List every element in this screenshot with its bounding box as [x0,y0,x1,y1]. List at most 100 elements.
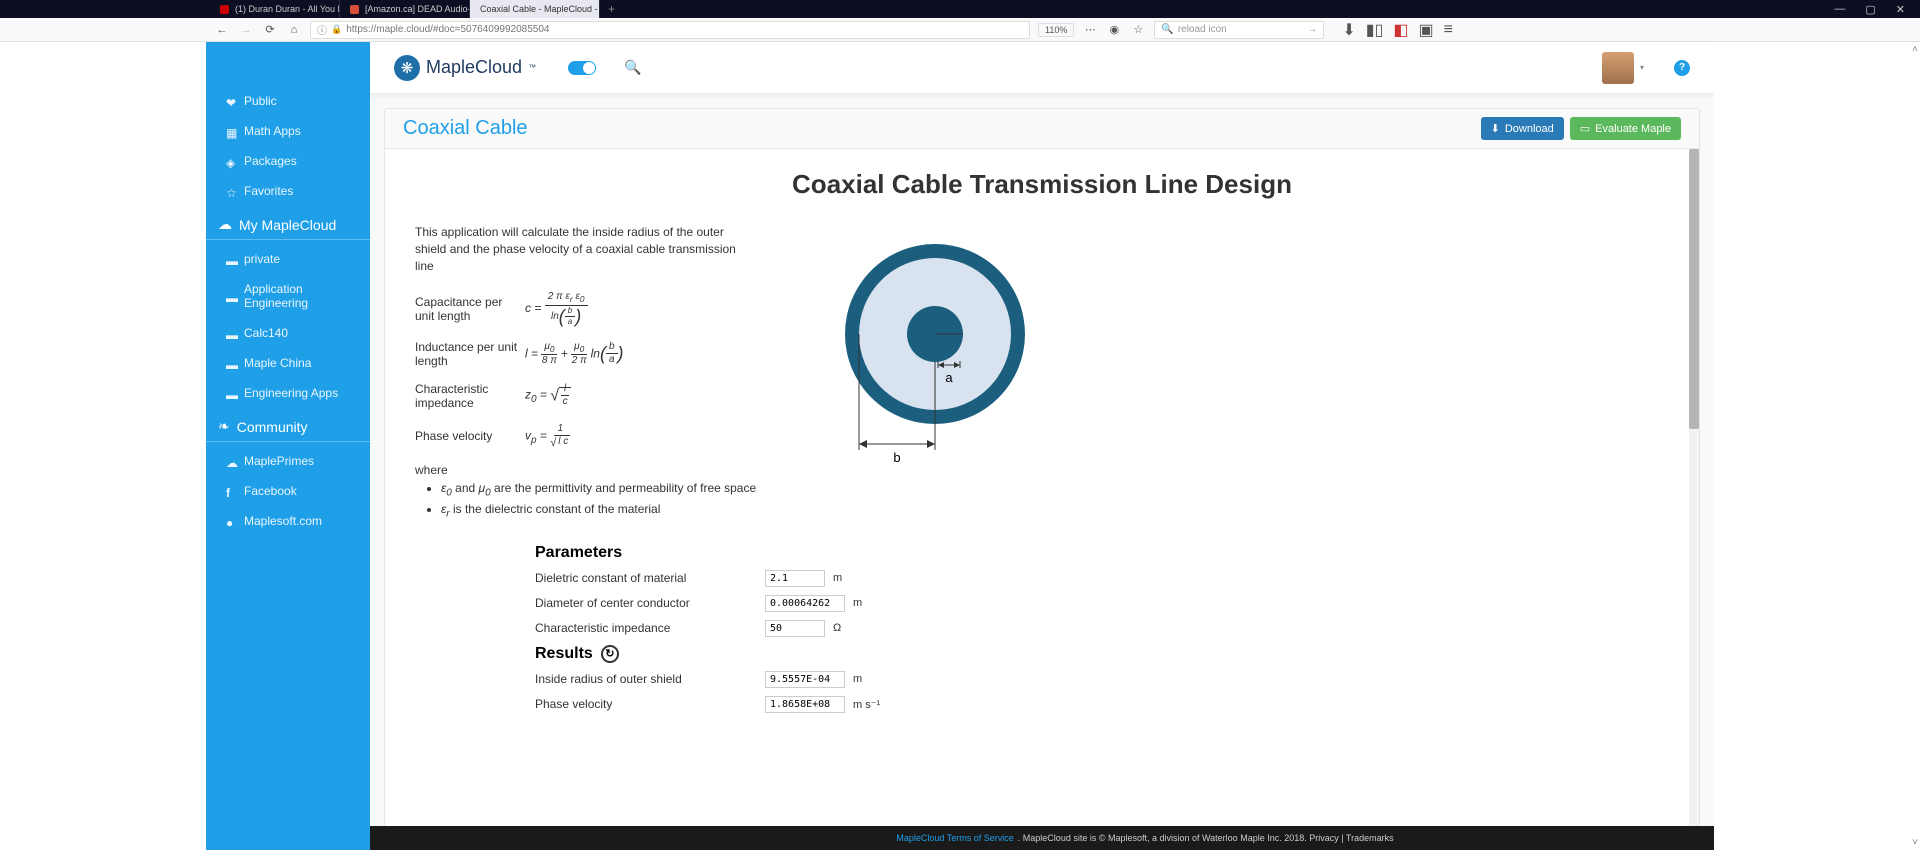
result-label: Phase velocity [535,697,765,711]
zoom-indicator[interactable]: 110% [1038,23,1074,37]
param-input-impedance[interactable] [765,620,825,637]
search-placeholder: reload icon [1178,24,1227,35]
scroll-up-icon[interactable]: ˄ [1912,44,1918,55]
hamburger-menu-icon[interactable]: ≡ [1444,21,1453,39]
evaluate-button[interactable]: ▭ Evaluate Maple [1570,117,1681,140]
formula-math: vp = 1√l c [525,424,570,449]
search-go-icon[interactable]: → [1307,24,1317,35]
star-icon: ☆ [226,186,237,197]
result-unit: m s⁻¹ [853,698,880,711]
user-avatar[interactable] [1602,52,1634,84]
where-label: where [415,463,448,477]
more-icon[interactable]: ⋯ [1082,22,1098,38]
extension-icon[interactable]: ◧ [1393,20,1408,40]
coax-diagram: a b [835,234,1035,474]
formula-label: Phase velocity [415,429,525,443]
toggle-switch[interactable] [568,61,596,75]
bookmark-icon[interactable]: ☆ [1130,22,1146,38]
content-panel: Coaxial Cable ⬇ Download ▭ Evaluate Mapl… [384,108,1700,850]
param-label: Diameter of center conductor [535,596,765,610]
document-viewport[interactable]: Coaxial Cable Transmission Line Design T… [385,149,1699,849]
where-item: ε0 and μ0 are the permittivity and perme… [441,481,795,498]
sidebar-toggle-icon[interactable]: ▣ [1419,20,1434,40]
sidebar-item-label: Facebook [244,484,297,498]
sidebar-item-facebook[interactable]: f Facebook [206,476,370,506]
browser-search-bar[interactable]: 🔍 reload icon → [1154,21,1324,39]
formula-label: Characteristic impedance [415,382,525,410]
downloads-icon[interactable]: ⬇ [1342,20,1355,40]
scroll-down-icon[interactable]: ˅ [1912,837,1918,848]
refresh-icon[interactable]: ↻ [601,645,619,663]
help-icon[interactable]: ? [1674,60,1690,76]
browser-tab[interactable]: (1) Duran Duran - All You N… 🔊 × [210,0,340,18]
sidebar-item-private[interactable]: ▬ private [206,244,370,274]
sidebar-item-eng-apps[interactable]: ▬ Engineering Apps [206,378,370,408]
sidebar-item-label: Packages [244,154,297,168]
param-label: Dieletric constant of material [535,571,765,585]
leaf-icon: ❧ [218,418,230,435]
tab-title: (1) Duran Duran - All You N… [235,4,340,14]
formula-impedance: Characteristic impedance z0 = √lc [415,382,795,410]
sidebar-item-app-eng[interactable]: ▬ Application Engineering [206,274,370,318]
nav-reload-icon[interactable]: ⟳ [262,22,278,38]
sidebar-item-maple-china[interactable]: ▬ Maple China [206,348,370,378]
document-scrollbar[interactable] [1689,149,1699,849]
param-row-dielectric: Dieletric constant of material m [535,570,1015,587]
folder-icon: ▬ [226,388,237,399]
download-button[interactable]: ⬇ Download [1481,117,1564,140]
sidebar-item-public[interactable]: ❤ Public [206,86,370,116]
tab-title: [Amazon.ca] DEAD Audio-Tec… [365,4,470,14]
page-title: Coaxial Cable [403,117,528,140]
formula-math: c = 2 π εr ε0ln(ba) [525,292,588,325]
library-icon[interactable]: ▮▯ [1366,20,1384,40]
parameters-section: Parameters Dieletric constant of materia… [535,544,1015,713]
button-label: Download [1505,123,1554,135]
avatar-dropdown-icon[interactable]: ▾ [1640,63,1644,72]
reader-icon[interactable]: ◉ [1106,22,1122,38]
package-icon: ◈ [226,156,237,167]
formula-capacitance: Capacitance per unit length c = 2 π εr ε… [415,292,795,325]
sidebar-item-calc140[interactable]: ▬ Calc140 [206,318,370,348]
window-close-icon[interactable]: ✕ [1896,3,1905,16]
param-input-dielectric[interactable] [765,570,825,587]
sidebar: ❤ Public ▦ Math Apps ◈ Packages ☆ Favori… [206,42,370,850]
left-gutter [0,42,206,850]
new-tab-button[interactable]: + [600,0,623,18]
sidebar-item-maplesoft[interactable]: ● Maplesoft.com [206,506,370,536]
cloud-icon: ☁ [218,216,232,233]
window-minimize-icon[interactable]: — [1834,3,1845,15]
chat-icon: ☁ [226,456,237,467]
url-bar[interactable]: ⓘ 🔒 https://maple.cloud/#doc=50764099920… [310,21,1030,39]
results-label: Results [535,645,593,663]
param-row-impedance: Characteristic impedance Ω [535,620,1015,637]
info-icon[interactable]: ⓘ [317,22,327,37]
param-label: Characteristic impedance [535,621,765,635]
sidebar-item-label: Application Engineering [244,282,356,310]
formula-label: Inductance per unit length [415,340,525,368]
browser-toolbar: ← → ⟳ ⌂ ⓘ 🔒 https://maple.cloud/#doc=507… [0,18,1920,42]
window-maximize-icon[interactable]: ▢ [1865,3,1875,16]
param-row-diameter: Diameter of center conductor m [535,595,1015,612]
nav-back-icon[interactable]: ← [214,22,230,38]
nav-home-icon[interactable]: ⌂ [286,22,302,38]
param-input-diameter[interactable] [765,595,845,612]
sidebar-item-mapleprimes[interactable]: ☁ MaplePrimes [206,446,370,476]
app-logo[interactable]: MapleCloud™ [394,55,536,81]
param-unit: m [853,597,862,609]
folder-icon: ▬ [226,254,237,265]
sidebar-item-label: Engineering Apps [244,386,338,400]
nav-forward-icon[interactable]: → [238,22,254,38]
section-label: Community [237,419,308,435]
sidebar-item-favorites[interactable]: ☆ Favorites [206,176,370,206]
scrollbar-thumb[interactable] [1689,149,1699,429]
window-controls: — ▢ ✕ [1834,0,1920,18]
footer-tos-link[interactable]: MapleCloud Terms of Service [896,833,1013,843]
results-heading: Results ↻ [535,645,1015,663]
search-icon[interactable]: 🔍 [624,59,641,76]
browser-tab-active[interactable]: Coaxial Cable - MapleCloud - Map… × [470,0,600,18]
formula-inductance: Inductance per unit length l = μ08 π + μ… [415,340,795,368]
browser-tab[interactable]: [Amazon.ca] DEAD Audio-Tec… × [340,0,470,18]
sidebar-item-math-apps[interactable]: ▦ Math Apps [206,116,370,146]
sidebar-item-label: MaplePrimes [244,454,314,468]
sidebar-item-packages[interactable]: ◈ Packages [206,146,370,176]
